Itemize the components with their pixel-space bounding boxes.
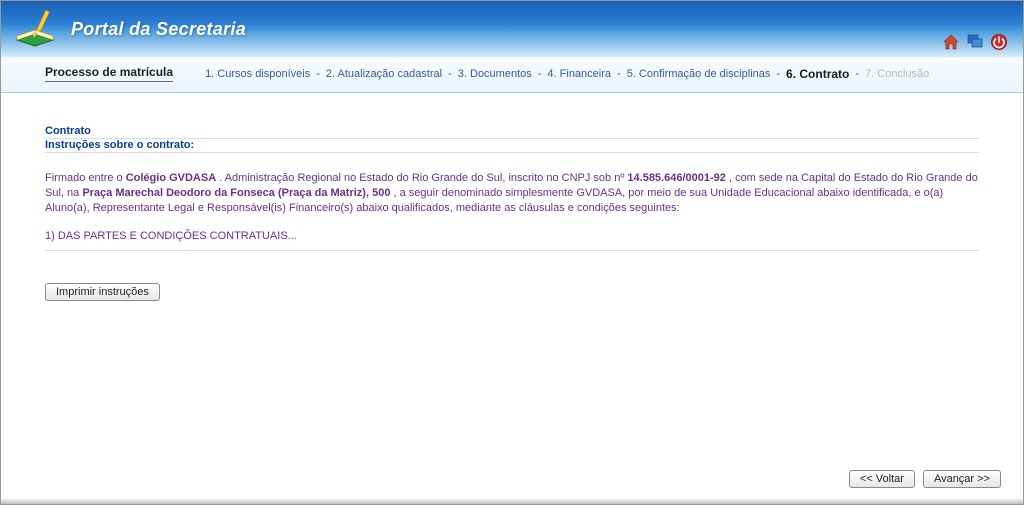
main-content: Contrato Instruções sobre o contrato: Fi… bbox=[1, 93, 1023, 301]
bottom-shadow bbox=[1, 498, 1023, 504]
app-header: Portal da Secretaria bbox=[1, 1, 1023, 57]
contract-intro-prefix: Firmado entre o bbox=[45, 172, 126, 184]
contract-clause-1: 1) DAS PARTES E CONDIÇÕES CONTRATUAIS... bbox=[45, 230, 979, 251]
back-button[interactable]: << Voltar bbox=[849, 470, 915, 488]
wizard-steps-bar: Processo de matrícula 1. Cursos disponív… bbox=[1, 57, 1023, 93]
power-icon[interactable] bbox=[990, 33, 1008, 51]
step-separator: - bbox=[538, 68, 542, 80]
wizard-steps: 1. Cursos disponíveis - 2. Atualização c… bbox=[205, 67, 929, 81]
section-subtitle: Instruções sobre o contrato: bbox=[45, 139, 979, 153]
section-title: Contrato bbox=[45, 125, 979, 139]
header-actions bbox=[942, 33, 1008, 51]
contract-intro-mid1: . Administração Regional no Estado do Ri… bbox=[219, 172, 627, 184]
contract-text: Firmado entre o Colégio GVDASA . Adminis… bbox=[45, 171, 979, 216]
step-1[interactable]: 1. Cursos disponíveis bbox=[205, 68, 310, 80]
step-6-current: 6. Contrato bbox=[786, 67, 849, 81]
app-title: Portal da Secretaria bbox=[71, 19, 246, 40]
step-separator: - bbox=[448, 68, 452, 80]
contract-address: Praça Marechal Deodoro da Fonseca (Praça… bbox=[82, 187, 390, 199]
step-5[interactable]: 5. Confirmação de disciplinas bbox=[627, 68, 771, 80]
next-button[interactable]: Avançar >> bbox=[923, 470, 1001, 488]
step-7-disabled: 7. Conclusão bbox=[865, 68, 929, 80]
home-icon[interactable] bbox=[942, 33, 960, 51]
book-pencil-icon bbox=[13, 8, 61, 50]
print-instructions-button[interactable]: Imprimir instruções bbox=[45, 283, 160, 301]
wizard-title: Processo de matrícula bbox=[45, 65, 173, 82]
windows-icon[interactable] bbox=[966, 33, 984, 51]
step-separator: - bbox=[617, 68, 621, 80]
step-3[interactable]: 3. Documentos bbox=[458, 68, 532, 80]
step-2[interactable]: 2. Atualização cadastral bbox=[326, 68, 442, 80]
logo-area: Portal da Secretaria bbox=[13, 8, 246, 50]
wizard-nav-buttons: << Voltar Avançar >> bbox=[849, 470, 1001, 488]
step-separator: - bbox=[776, 68, 780, 80]
contract-cnpj: 14.585.646/0001-92 bbox=[627, 172, 725, 184]
step-separator: - bbox=[855, 68, 859, 80]
contract-institution: Colégio GVDASA bbox=[126, 172, 216, 184]
step-separator: - bbox=[316, 68, 320, 80]
step-4[interactable]: 4. Financeira bbox=[547, 68, 611, 80]
